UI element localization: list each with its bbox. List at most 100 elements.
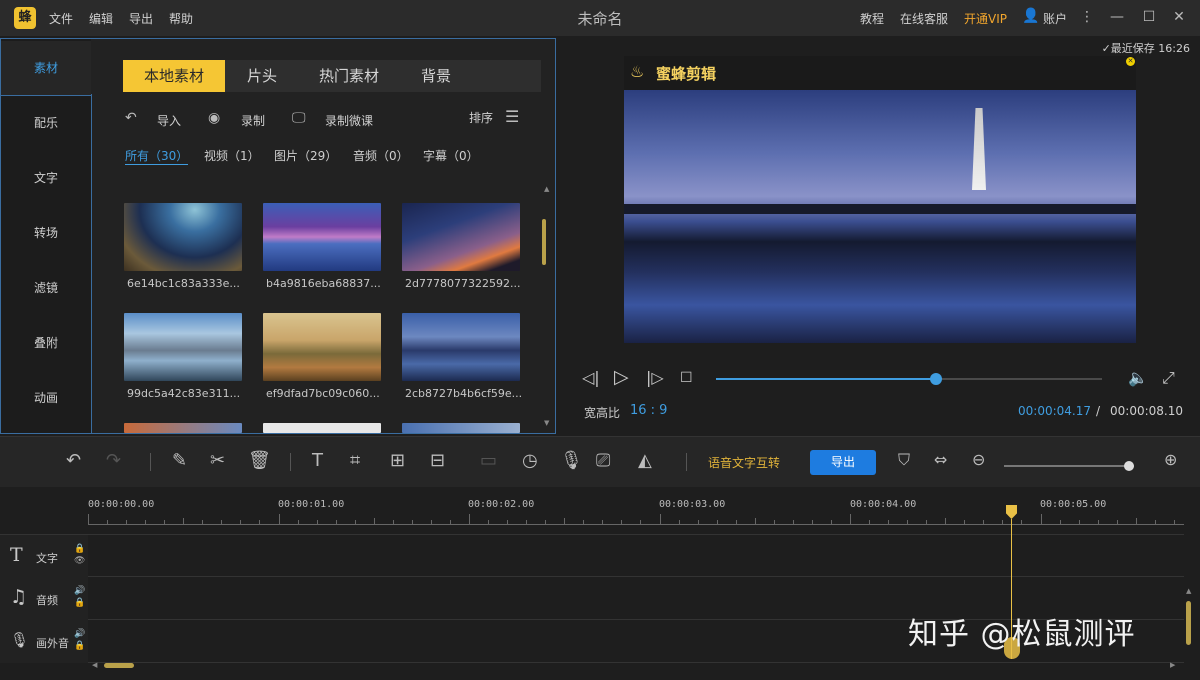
tab-hot-media[interactable]: 热门素材 xyxy=(299,60,399,92)
progress-handle[interactable] xyxy=(930,373,943,385)
vip-link[interactable]: 开通VIP xyxy=(964,10,1007,27)
fullscreen-icon[interactable]: ⤢ xyxy=(1162,368,1175,388)
media-thumbnail[interactable] xyxy=(263,423,381,433)
media-name: ef9dfad7bc09c060... xyxy=(266,387,380,400)
lock-icon[interactable]: 🔊 🔒 xyxy=(74,628,85,652)
progress-fill xyxy=(716,378,937,380)
track-label: 音频 xyxy=(36,594,58,607)
cut-icon[interactable]: ✂ xyxy=(210,450,225,471)
fit-width-icon[interactable]: ⇔ xyxy=(934,450,947,469)
ruler-tick xyxy=(773,520,775,524)
nav-filter[interactable]: 滤镜 xyxy=(1,261,91,316)
play-icon[interactable]: ▷ xyxy=(614,366,629,388)
record-lesson-button[interactable]: 录制微课 xyxy=(325,112,373,129)
tutorial-link[interactable]: 教程 xyxy=(860,10,884,27)
next-frame-icon[interactable]: |▷ xyxy=(646,368,664,387)
screen-record-icon[interactable]: ⎚ xyxy=(596,450,610,471)
undo-icon[interactable]: ↶ xyxy=(66,450,81,471)
volume-icon[interactable]: 🔈 xyxy=(1128,368,1148,387)
marker-icon[interactable]: ⛉ xyxy=(898,450,910,470)
menu-edit[interactable]: 编辑 xyxy=(89,10,113,27)
delete-icon[interactable]: 🗑 xyxy=(248,450,271,471)
prev-frame-icon[interactable]: ◁| xyxy=(582,368,600,387)
watermark-close-icon[interactable]: ✕ xyxy=(1126,57,1135,66)
redo-icon[interactable]: ↷ xyxy=(106,450,121,471)
stop-icon[interactable]: ☐ xyxy=(680,370,693,386)
media-name: b4a9816eba68837... xyxy=(266,277,381,290)
media-scrollbar[interactable] xyxy=(542,219,546,265)
record-icon[interactable]: ◉ xyxy=(208,110,220,126)
support-link[interactable]: 在线客服 xyxy=(900,10,948,27)
close-icon[interactable]: ✕ xyxy=(1170,8,1188,26)
account-link[interactable]: 账户 xyxy=(1043,10,1067,27)
filter-video[interactable]: 视频（1） xyxy=(204,147,260,164)
timeline-hscrollbar[interactable] xyxy=(104,663,134,668)
media-thumbnail[interactable] xyxy=(124,423,242,433)
lock-icon[interactable]: 🔒 👁 xyxy=(74,543,85,567)
zoom-handle[interactable] xyxy=(1123,461,1134,471)
menu-file[interactable]: 文件 xyxy=(49,10,73,27)
ruler-tick xyxy=(983,520,985,524)
ruler-tick xyxy=(697,520,699,524)
ruler-label: 00:00:00.00 xyxy=(88,499,155,510)
media-thumbnail[interactable] xyxy=(402,203,520,271)
text-tool-icon[interactable]: T xyxy=(312,450,323,471)
media-thumbnail[interactable] xyxy=(263,313,381,381)
menu-help[interactable]: 帮助 xyxy=(169,10,193,27)
zoom-out-icon[interactable]: ⊖ xyxy=(972,450,985,469)
filter-subtitle[interactable]: 字幕（0） xyxy=(423,147,479,164)
time-ruler[interactable]: 00:00:00.00 00:00:01.00 00:00:02.00 00:0… xyxy=(88,499,1184,525)
lock-icon[interactable]: 🔊 🔒 xyxy=(74,585,85,609)
record-button[interactable]: 录制 xyxy=(241,112,265,129)
nav-transition[interactable]: 转场 xyxy=(1,206,91,261)
scroll-left-icon[interactable]: ◀ xyxy=(92,661,97,669)
mosaic-icon[interactable]: ▭ xyxy=(480,450,497,471)
track-text[interactable]: T 文字 🔒 👁 xyxy=(0,534,1184,578)
media-thumbnail[interactable] xyxy=(124,203,242,271)
nav-animation[interactable]: 动画 xyxy=(1,371,91,426)
maximize-icon[interactable]: ☐ xyxy=(1140,8,1158,26)
account-icon[interactable]: 👤 xyxy=(1022,8,1039,24)
zoom-slider[interactable] xyxy=(1004,461,1134,471)
import-icon[interactable]: ↶ xyxy=(125,110,137,126)
timeline-vscrollbar[interactable] xyxy=(1186,601,1191,645)
minimize-icon[interactable]: — xyxy=(1108,8,1126,26)
tab-intro[interactable]: 片头 xyxy=(227,60,297,92)
media-thumbnail[interactable] xyxy=(402,313,520,381)
media-thumbnail[interactable] xyxy=(402,423,520,433)
color-fill-icon[interactable]: ◭ xyxy=(638,450,652,471)
scroll-up-icon[interactable]: ▲ xyxy=(1186,587,1191,595)
media-thumbnail[interactable] xyxy=(263,203,381,271)
voiceover-icon[interactable]: 🎙 xyxy=(560,450,583,471)
scroll-right-icon[interactable]: ▶ xyxy=(1170,661,1175,669)
more-icon[interactable]: ⋮ xyxy=(1078,8,1096,26)
split-screen-icon[interactable]: ⊟ xyxy=(430,450,445,471)
speech-to-text-button[interactable]: 语音文字互转 xyxy=(708,454,780,471)
zoom-in-icon[interactable]: ⊕ xyxy=(1164,450,1177,469)
filter-all[interactable]: 所有（30） xyxy=(125,147,189,165)
import-button[interactable]: 导入 xyxy=(157,112,181,129)
speed-icon[interactable]: ◷ xyxy=(522,450,538,471)
filter-audio[interactable]: 音频（0） xyxy=(353,147,409,164)
media-thumbnail[interactable] xyxy=(124,313,242,381)
playback-progress[interactable] xyxy=(716,373,1102,385)
record-lesson-icon[interactable]: 🖵 xyxy=(292,110,306,126)
sort-button[interactable]: 排序 xyxy=(469,109,493,126)
export-button[interactable]: 导出 xyxy=(810,450,876,475)
menu-export[interactable]: 导出 xyxy=(129,10,153,27)
resize-icon[interactable]: ⊞ xyxy=(390,450,405,471)
filter-image[interactable]: 图片（29） xyxy=(274,147,337,164)
nav-media[interactable]: 素材 xyxy=(1,41,91,96)
nav-music[interactable]: 配乐 xyxy=(1,96,91,151)
crop-icon[interactable]: ⌗ xyxy=(350,450,360,471)
nav-text[interactable]: 文字 xyxy=(1,151,91,206)
edit-icon[interactable]: ✎ xyxy=(172,450,187,471)
nav-overlay[interactable]: 叠附 xyxy=(1,316,91,371)
aspect-ratio-value[interactable]: 16 : 9 xyxy=(630,403,667,418)
scroll-down-icon[interactable]: ▼ xyxy=(544,419,549,427)
tab-local-media[interactable]: 本地素材 xyxy=(123,60,225,92)
preview-canvas[interactable]: ♨ 蜜蜂剪辑 ✕ xyxy=(624,56,1136,343)
tab-background[interactable]: 背景 xyxy=(401,60,471,92)
scroll-up-icon[interactable]: ▲ xyxy=(544,185,549,193)
sort-icon[interactable]: ☰ xyxy=(505,107,519,126)
